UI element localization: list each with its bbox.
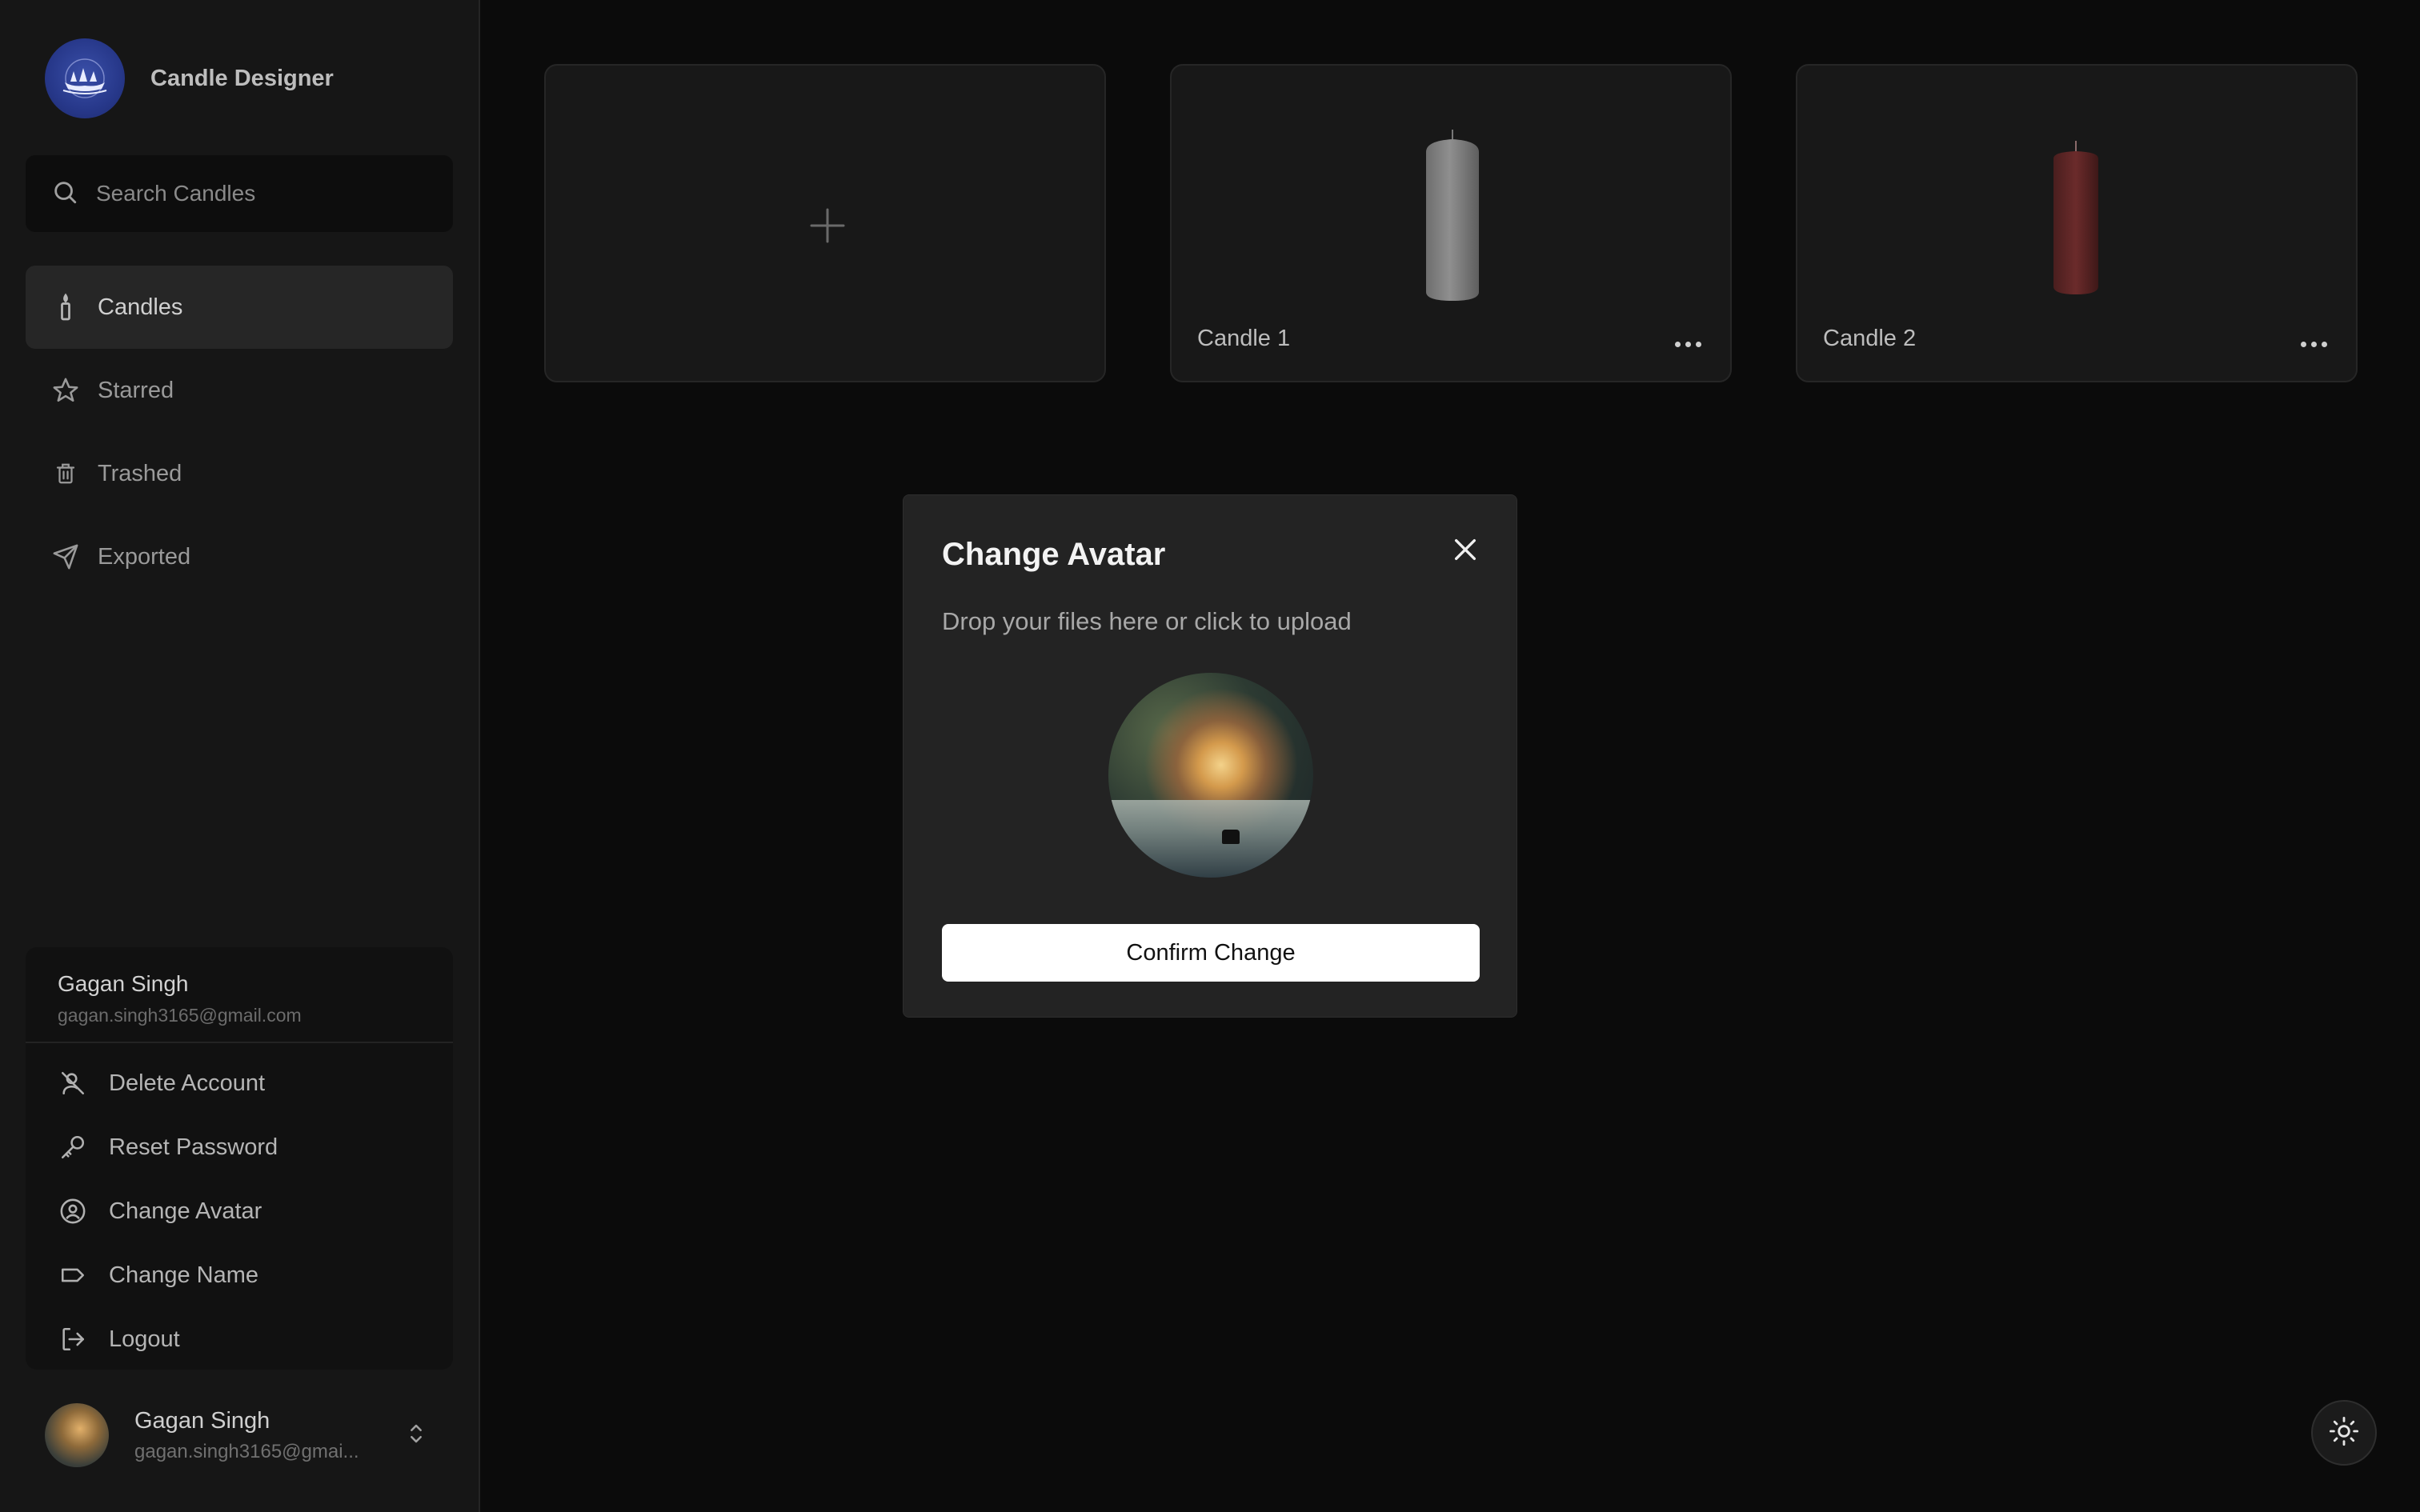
- user-switcher[interactable]: Gagan Singh gagan.singh3165@gmai...: [45, 1402, 445, 1469]
- chevron-up-down-icon[interactable]: [407, 1420, 426, 1451]
- change-name-button[interactable]: Change Name: [26, 1243, 453, 1307]
- brand[interactable]: Candle Designer: [45, 38, 334, 118]
- sidebar: Candle Designer Candles Starred Trashed: [0, 0, 480, 1512]
- sidebar-item-starred[interactable]: Starred: [26, 349, 453, 432]
- menu-item-label: Reset Password: [109, 1134, 278, 1160]
- close-icon[interactable]: [1449, 534, 1481, 566]
- sun-icon: [2329, 1416, 2359, 1450]
- logout-icon: [58, 1324, 88, 1354]
- key-icon: [58, 1132, 88, 1162]
- avatar-preview[interactable]: [1108, 673, 1313, 878]
- user-name: Gagan Singh: [134, 1407, 270, 1434]
- sidebar-item-label: Candles: [98, 294, 183, 320]
- change-avatar-dialog: Change Avatar Drop your files here or cl…: [903, 494, 1517, 1018]
- account-header: Gagan Singh gagan.singh3165@gmail.com: [26, 947, 453, 1043]
- theme-toggle-button[interactable]: [2311, 1400, 2377, 1466]
- app-logo: [45, 38, 125, 118]
- search-box[interactable]: [26, 155, 453, 232]
- change-avatar-button[interactable]: Change Avatar: [26, 1179, 453, 1243]
- candle-preview: [2053, 141, 2098, 294]
- menu-item-label: Delete Account: [109, 1070, 266, 1096]
- candle-card[interactable]: Candle 2: [1796, 64, 2358, 382]
- user-x-icon: [58, 1068, 88, 1098]
- dialog-title: Change Avatar: [942, 537, 1166, 572]
- app-name: Candle Designer: [150, 65, 334, 91]
- confirm-change-button[interactable]: Confirm Change: [942, 924, 1480, 982]
- candle-preview: [1426, 130, 1479, 301]
- avatar: [45, 1403, 109, 1467]
- star-icon: [51, 376, 80, 405]
- menu-item-label: Logout: [109, 1326, 180, 1352]
- sidebar-item-label: Exported: [98, 543, 191, 570]
- upload-dropzone-text[interactable]: Drop your files here or click to upload: [942, 607, 1352, 636]
- sidebar-item-label: Starred: [98, 377, 174, 403]
- menu-item-label: Change Avatar: [109, 1198, 262, 1224]
- menu-item-label: Change Name: [109, 1262, 258, 1288]
- sidebar-item-label: Trashed: [98, 460, 182, 486]
- delete-account-button[interactable]: Delete Account: [26, 1051, 453, 1115]
- avatar-image-figure: [1222, 830, 1240, 844]
- candle-name: Candle 2: [1823, 326, 1917, 351]
- account-actions: Delete Account Reset Password Change Ava…: [26, 1043, 453, 1371]
- sidebar-nav: Candles Starred Trashed Exported: [26, 266, 453, 598]
- reset-password-button[interactable]: Reset Password: [26, 1115, 453, 1179]
- sidebar-item-exported[interactable]: Exported: [26, 515, 453, 598]
- account-menu: Gagan Singh gagan.singh3165@gmail.com De…: [26, 947, 453, 1370]
- more-options-icon[interactable]: [2301, 342, 2327, 347]
- candle-icon: [51, 293, 80, 322]
- avatar-image-ground: [1108, 799, 1313, 878]
- tag-icon: [58, 1260, 88, 1290]
- candle-name: Candle 1: [1197, 326, 1291, 351]
- account-name: Gagan Singh: [58, 971, 189, 996]
- user-circle-icon: [58, 1196, 88, 1226]
- user-email: gagan.singh3165@gmai...: [134, 1440, 359, 1462]
- more-options-icon[interactable]: [1675, 342, 1701, 347]
- sidebar-item-trashed[interactable]: Trashed: [26, 432, 453, 515]
- sidebar-item-candles[interactable]: Candles: [26, 266, 453, 349]
- plus-icon: [810, 208, 845, 247]
- candle-card[interactable]: Candle 1: [1170, 64, 1732, 382]
- search-input[interactable]: [96, 181, 432, 206]
- trash-icon: [51, 459, 80, 488]
- logout-button[interactable]: Logout: [26, 1307, 453, 1371]
- account-email: gagan.singh3165@gmail.com: [58, 1005, 302, 1026]
- search-icon: [51, 178, 78, 210]
- send-icon: [51, 542, 80, 571]
- user-info: Gagan Singh gagan.singh3165@gmai...: [134, 1408, 383, 1463]
- new-candle-card[interactable]: [544, 64, 1106, 382]
